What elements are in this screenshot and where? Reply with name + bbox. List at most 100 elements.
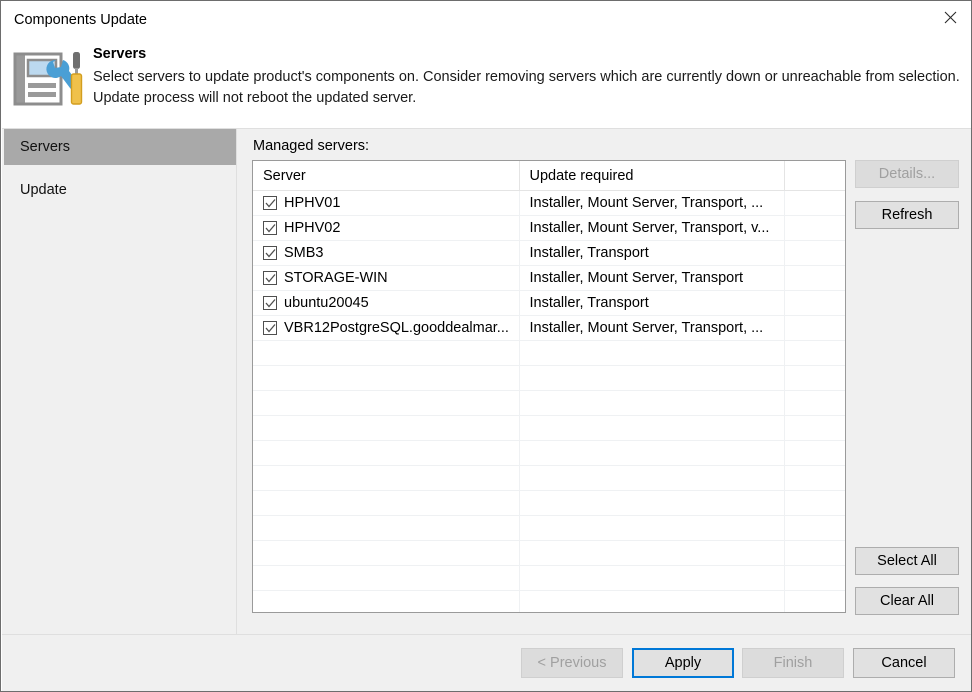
server-tools-icon [13, 48, 85, 110]
cell-empty [784, 391, 845, 416]
row-checkbox[interactable] [263, 321, 277, 335]
server-name: VBR12PostgreSQL.gooddealmar... [284, 320, 509, 336]
cell-update-required: Installer, Mount Server, Transport, ... [519, 191, 784, 216]
server-name: SMB3 [284, 245, 324, 261]
wizard-content: Managed servers: Server Update required [237, 129, 972, 634]
sidebar-item-servers[interactable]: Servers [4, 129, 236, 165]
clear-all-button[interactable]: Clear All [855, 587, 959, 615]
close-icon[interactable] [927, 1, 972, 33]
cell-empty [784, 591, 845, 614]
cell-empty [519, 366, 784, 391]
cell-empty [519, 566, 784, 591]
table-row[interactable]: STORAGE-WINInstaller, Mount Server, Tran… [253, 266, 845, 291]
sidebar-item-label: Update [20, 182, 67, 198]
table-row-empty[interactable] [253, 366, 845, 391]
row-checkbox[interactable] [263, 271, 277, 285]
table-row-empty[interactable] [253, 491, 845, 516]
cell-extra [784, 241, 845, 266]
table-row[interactable]: HPHV02 Installer, Mount Server, Transport… [253, 216, 845, 241]
cell-update-required: Installer, Transport [519, 291, 784, 316]
cell-empty [253, 591, 519, 614]
cell-empty [519, 391, 784, 416]
table-row[interactable]: SMB3Installer, Transport [253, 241, 845, 266]
cancel-button[interactable]: Cancel [853, 648, 955, 678]
column-header-extra[interactable] [784, 161, 845, 191]
cell-empty [784, 466, 845, 491]
previous-button[interactable]: < Previous [521, 648, 623, 678]
dialog-body: Servers Update Managed servers: S [2, 129, 972, 634]
cell-server[interactable]: STORAGE-WIN [253, 266, 519, 291]
cell-empty [253, 441, 519, 466]
managed-servers-table[interactable]: Server Update required HPHV01 Installer, … [252, 160, 846, 613]
sidebar-item-update[interactable]: Update [4, 172, 236, 208]
column-header-server[interactable]: Server [253, 161, 519, 191]
components-update-dialog: Components Update [0, 0, 972, 692]
cell-server[interactable]: HPHV01 [253, 191, 519, 216]
cell-empty [784, 491, 845, 516]
details-button[interactable]: Details... [855, 160, 959, 188]
select-all-button[interactable]: Select All [855, 547, 959, 575]
cell-empty [253, 491, 519, 516]
finish-button[interactable]: Finish [742, 648, 844, 678]
dialog-footer: < Previous Apply Finish Cancel [2, 634, 972, 692]
cell-empty [253, 341, 519, 366]
table-row[interactable]: VBR12PostgreSQL.gooddealmar...Installer,… [253, 316, 845, 341]
table-row[interactable]: HPHV01 Installer, Mount Server, Transport… [253, 191, 845, 216]
table-row-empty[interactable] [253, 566, 845, 591]
cell-empty [784, 441, 845, 466]
row-checkbox[interactable] [263, 296, 277, 310]
cell-empty [784, 566, 845, 591]
cell-update-required: Installer, Mount Server, Transport, v... [519, 216, 784, 241]
cell-empty [784, 416, 845, 441]
dialog-header: Servers Select servers to update product… [2, 41, 972, 129]
cell-extra [784, 191, 845, 216]
window-title: Components Update [14, 12, 147, 28]
row-checkbox[interactable] [263, 221, 277, 235]
cell-empty [519, 516, 784, 541]
sidebar-item-label: Servers [20, 139, 70, 155]
cell-extra [784, 216, 845, 241]
cell-empty [519, 491, 784, 516]
cell-empty [519, 441, 784, 466]
apply-button[interactable]: Apply [632, 648, 734, 678]
refresh-button[interactable]: Refresh [855, 201, 959, 229]
cell-empty [253, 541, 519, 566]
page-title: Servers [93, 46, 146, 62]
cell-empty [253, 366, 519, 391]
table-row-empty[interactable] [253, 441, 845, 466]
cell-empty [253, 391, 519, 416]
table-row-empty[interactable] [253, 416, 845, 441]
table-row-empty[interactable] [253, 516, 845, 541]
title-bar: Components Update [1, 1, 972, 41]
column-header-update-required[interactable]: Update required [519, 161, 784, 191]
cell-empty [784, 516, 845, 541]
cell-empty [253, 416, 519, 441]
table-row-empty[interactable] [253, 341, 845, 366]
cell-server[interactable]: VBR12PostgreSQL.gooddealmar... [253, 316, 519, 341]
cell-empty [519, 541, 784, 566]
cell-empty [784, 366, 845, 391]
cell-server[interactable]: ubuntu20045 [253, 291, 519, 316]
table-row-empty[interactable] [253, 591, 845, 614]
page-description: Select servers to update product's compo… [93, 67, 961, 109]
table-row-empty[interactable] [253, 466, 845, 491]
cell-empty [253, 466, 519, 491]
row-checkbox[interactable] [263, 196, 277, 210]
cell-empty [784, 541, 845, 566]
row-checkbox[interactable] [263, 246, 277, 260]
cell-update-required: Installer, Mount Server, Transport [519, 266, 784, 291]
server-name: HPHV01 [284, 195, 340, 211]
table-row-empty[interactable] [253, 391, 845, 416]
cell-extra [784, 316, 845, 341]
table-row-empty[interactable] [253, 541, 845, 566]
table-row[interactable]: ubuntu20045Installer, Transport [253, 291, 845, 316]
cell-empty [519, 466, 784, 491]
cell-server[interactable]: SMB3 [253, 241, 519, 266]
cell-empty [253, 516, 519, 541]
cell-empty [519, 341, 784, 366]
cell-server[interactable]: HPHV02 [253, 216, 519, 241]
cell-extra [784, 291, 845, 316]
table-header-row: Server Update required [253, 161, 845, 191]
server-name: HPHV02 [284, 220, 340, 236]
cell-extra [784, 266, 845, 291]
